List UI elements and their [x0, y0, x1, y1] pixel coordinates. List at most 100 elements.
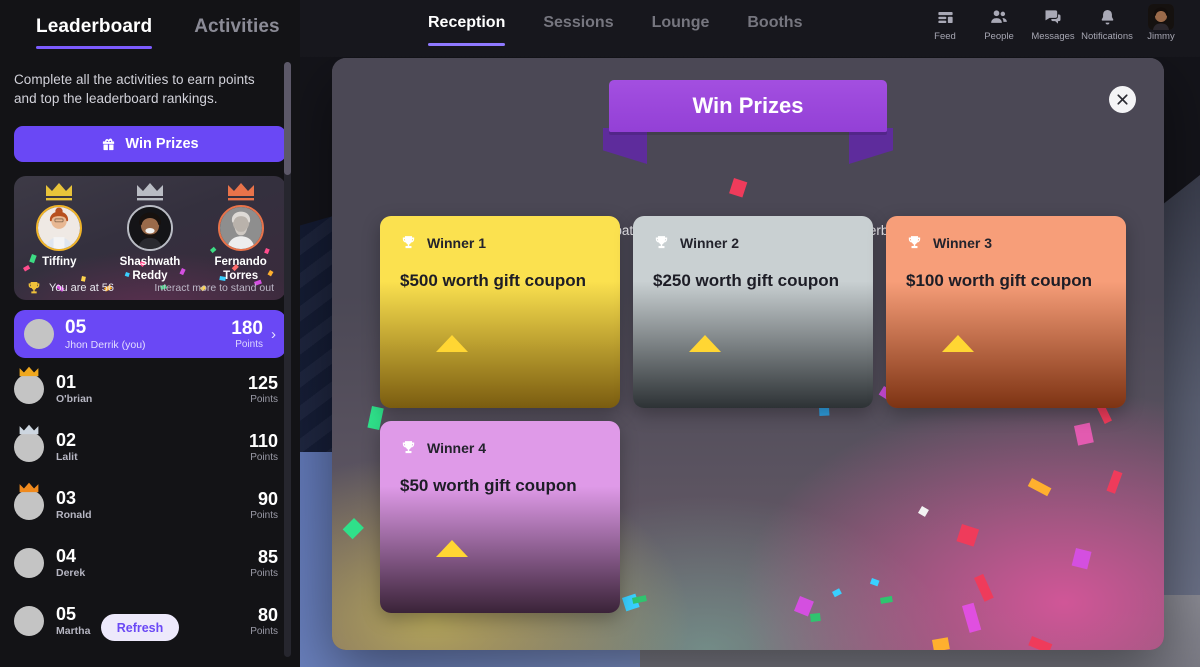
self-points-label: Points — [235, 338, 263, 350]
self-name: Jhon Derrik (you) — [65, 338, 146, 351]
tab-reception[interactable]: Reception — [428, 14, 506, 48]
list-item-points-label: Points — [250, 567, 278, 579]
avatar — [14, 548, 44, 579]
list-item[interactable]: 04 Derek 85 Points — [0, 534, 300, 592]
tab-booths[interactable]: Booths — [747, 14, 802, 48]
list-item-rank: 01 — [56, 372, 77, 393]
triangle-icon — [942, 335, 974, 352]
trophy-icon — [402, 236, 415, 249]
list-item-points: 110 Points — [248, 430, 278, 462]
list-item[interactable]: 01 O'brian 125 Points — [0, 360, 300, 418]
trophy-icon — [402, 441, 415, 454]
list-item-points: 125 Points — [247, 372, 278, 405]
nav-tabs: Reception Sessions Lounge Booths — [428, 0, 802, 48]
prize-card-winner-4[interactable]: Winner 4 $50 worth gift coupon — [380, 421, 620, 613]
list-item-info: 02 Lalit — [56, 431, 249, 463]
list-item-name: O'brian — [56, 393, 93, 406]
leaderboard-sidebar: Leaderboard Activities Complete all the … — [0, 0, 300, 667]
nav-user-profile[interactable]: Jimmy — [1134, 4, 1188, 42]
podium-footer: You are at 56 Interact more to stand out — [14, 280, 286, 296]
leaderboard-self-row[interactable]: 05 Jhon Derrik (you) 180 Points › — [14, 310, 286, 359]
tab-activities[interactable]: Activities — [194, 16, 279, 49]
chevron-right-icon[interactable]: › — [271, 326, 276, 343]
sidebar-scrollbar-thumb[interactable] — [284, 62, 291, 175]
win-prizes-button[interactable]: Win Prizes — [14, 126, 286, 163]
avatar — [126, 205, 173, 252]
avatar — [1148, 4, 1174, 30]
tab-sessions[interactable]: Sessions — [543, 14, 613, 48]
podium-row: Tiffiny Shashwath Reddy Fernando Torres — [14, 176, 286, 284]
triangle-icon — [436, 540, 468, 557]
avatar — [14, 606, 44, 637]
list-item-points-value: 110 — [248, 430, 278, 451]
trophy-icon — [908, 236, 921, 249]
leaderboard-list: 01 O'brian 125 Points 02 Lalit 110 Point… — [0, 360, 300, 650]
prize-card-winner-2[interactable]: Winner 2 $250 worth gift coupon — [633, 216, 873, 408]
nav-action-notifications[interactable]: Notifications — [1080, 5, 1134, 42]
list-item-rank: 03 — [56, 488, 77, 509]
crown-icon — [19, 367, 39, 377]
nav-action-people[interactable]: People — [972, 5, 1026, 42]
app-root: Leaderboard Activities Complete all the … — [0, 0, 1200, 667]
sidebar-description: Complete all the activities to earn poin… — [14, 72, 255, 107]
nav-actions: Feed People Messages Notifications Jimmy — [918, 0, 1200, 42]
self-points: 180 Points — [231, 317, 263, 350]
nav-action-feed[interactable]: Feed — [918, 5, 972, 42]
list-item-name: Ronald — [56, 509, 92, 522]
podium-card: Tiffiny Shashwath Reddy Fernando Torres … — [14, 176, 286, 301]
people-icon — [972, 5, 1026, 29]
refresh-button[interactable]: Refresh — [101, 614, 179, 641]
top-navigation: Reception Sessions Lounge Booths Feed Pe… — [300, 0, 1200, 57]
prize-winner-label: Winner 4 — [427, 439, 486, 456]
close-button[interactable] — [1109, 86, 1136, 113]
podium-status: You are at 56 — [26, 280, 114, 296]
list-item-points-label: Points — [250, 625, 278, 637]
podium-place-2[interactable]: Shashwath Reddy — [107, 182, 193, 284]
self-points-value: 180 — [231, 317, 263, 339]
tab-leaderboard[interactable]: Leaderboard — [36, 16, 153, 49]
list-item-rank: 04 — [56, 546, 77, 567]
prize-winner-label: Winner 3 — [933, 234, 992, 251]
podium-hint: Interact more to stand out — [154, 282, 274, 295]
prize-description: $500 worth gift coupon — [400, 271, 587, 290]
nav-action-messages[interactable]: Messages — [1026, 5, 1080, 42]
list-item-points-label: Points — [250, 509, 278, 521]
list-item[interactable]: 02 Lalit 110 Points — [0, 418, 300, 476]
main-area: Reception Sessions Lounge Booths Feed Pe… — [300, 0, 1200, 667]
list-item-points-value: 125 — [247, 372, 278, 393]
close-icon — [1117, 94, 1128, 105]
avatar — [14, 425, 44, 463]
tab-lounge[interactable]: Lounge — [652, 14, 710, 48]
podium-place-1[interactable]: Tiffiny — [16, 182, 102, 284]
prize-card-winner-3[interactable]: Winner 3 $100 worth gift coupon — [886, 216, 1126, 408]
nav-action-label: Notifications — [1081, 31, 1133, 42]
list-item-points-value: 85 — [257, 546, 278, 567]
crown-icon — [46, 183, 73, 201]
list-item-info: 04 Derek — [56, 547, 250, 579]
bell-icon — [1080, 5, 1134, 29]
list-item[interactable]: 03 Ronald 90 Points — [0, 476, 300, 534]
prize-description: $250 worth gift coupon — [653, 271, 840, 290]
podium-place-3[interactable]: Fernando Torres — [198, 182, 284, 284]
crown-icon — [136, 183, 163, 201]
avatar — [36, 205, 83, 252]
nav-action-label: Messages — [1031, 31, 1075, 42]
prize-card-winner-1[interactable]: Winner 1 $500 worth gift coupon — [380, 216, 620, 408]
nav-user-label: Jimmy — [1147, 31, 1175, 42]
avatar — [24, 319, 54, 350]
prize-winner-label: Winner 2 — [680, 234, 739, 251]
crown-icon — [19, 483, 39, 493]
modal-title: Win Prizes — [609, 80, 887, 132]
crown-icon — [19, 425, 39, 435]
prize-description: $100 worth gift coupon — [906, 271, 1093, 290]
win-prizes-modal: Win Prizes Participate actively to win p… — [332, 58, 1164, 650]
list-item-points-label: Points — [250, 393, 278, 405]
list-item-info: 03 Ronald — [56, 489, 250, 521]
list-item-info: 01 O'brian — [56, 373, 248, 405]
nav-action-label: People — [984, 31, 1014, 42]
avatar — [217, 205, 264, 252]
prize-grid: Winner 1 $500 worth gift coupon Winner 2… — [380, 216, 1126, 613]
podium-status-text: You are at 56 — [49, 282, 115, 295]
sidebar-scrollbar[interactable] — [284, 62, 291, 657]
triangle-icon — [436, 335, 468, 352]
